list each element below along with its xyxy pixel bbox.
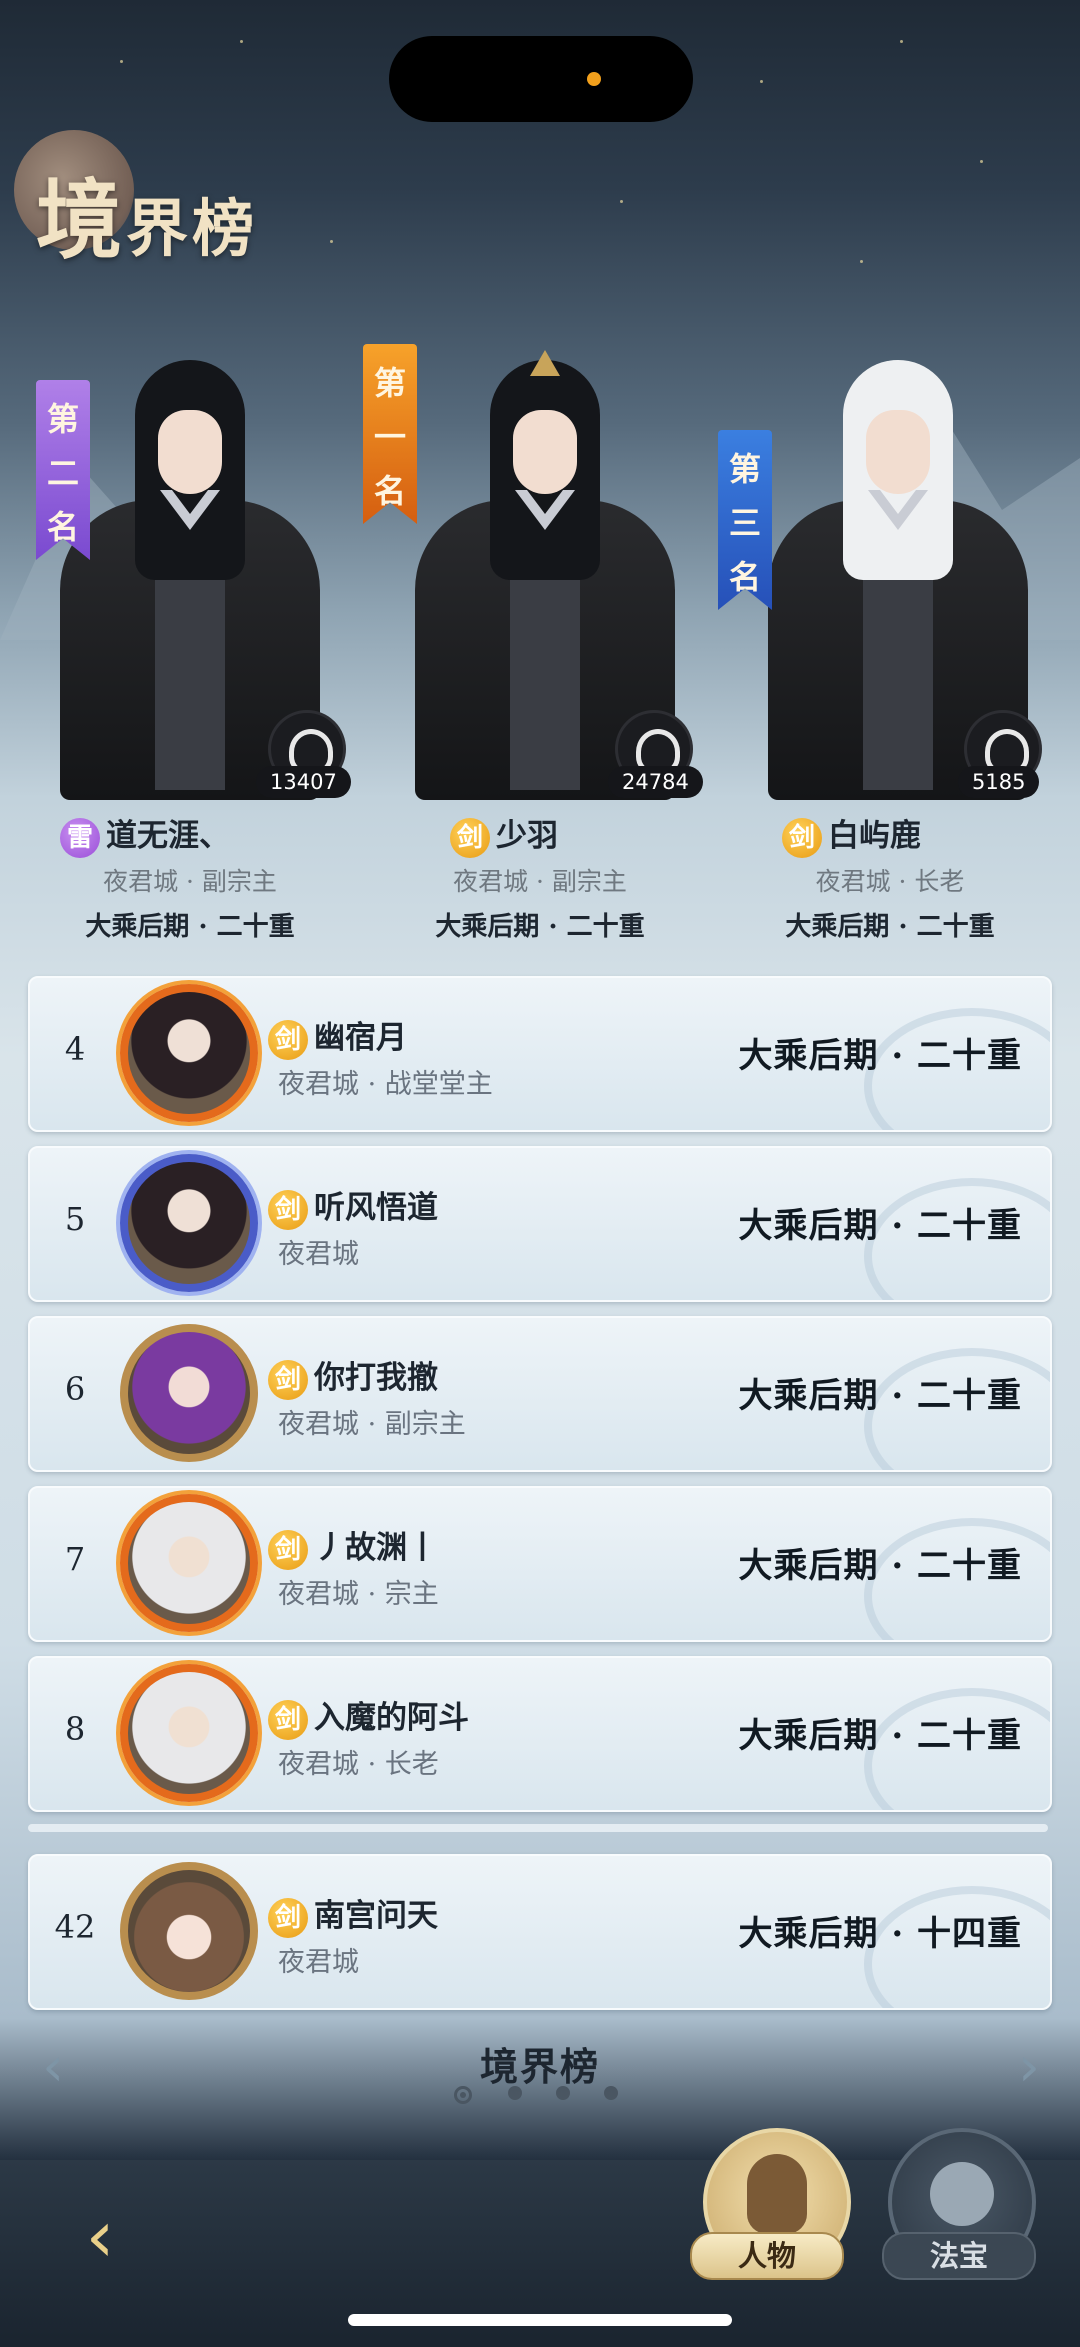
star-decoration xyxy=(760,80,763,83)
player-name-first[interactable]: 剑少羽 xyxy=(450,810,558,858)
player-avatar[interactable] xyxy=(120,1324,258,1462)
player-name-second[interactable]: 雷道无涯、 xyxy=(60,810,230,858)
player-realm: 大乘后期 · 二十重 xyxy=(738,1716,1022,1756)
rank-number: 6 xyxy=(64,1370,86,1408)
sword-element-icon: 剑 xyxy=(268,1359,308,1400)
rank-number: 7 xyxy=(64,1540,86,1578)
player-name: 剑听风悟道 xyxy=(268,1182,438,1230)
player-name: 剑幽宿月 xyxy=(268,1012,407,1060)
podium-first-place[interactable]: 第一名 xyxy=(363,330,695,800)
player-realm: 大乘后期 · 二十重 xyxy=(85,912,295,942)
player-realm: 大乘后期 · 二十重 xyxy=(738,1376,1022,1416)
page-dot[interactable] xyxy=(556,2086,570,2100)
ranking-row[interactable]: 7 剑丿故渊丨 夜君城 · 宗主 大乘后期 · 二十重 xyxy=(28,1486,1052,1642)
rank-banner-second: 第二名 xyxy=(36,380,90,560)
player-sect: 夜君城 · 副宗主 xyxy=(103,867,277,896)
player-sect: 夜君城 · 战堂堂主 xyxy=(278,1069,493,1100)
player-sect: 夜君城 · 长老 xyxy=(278,1749,439,1780)
power-score: 24784 xyxy=(608,766,703,798)
player-sect: 夜君城 · 宗主 xyxy=(278,1579,439,1610)
rank-banner-third: 第三名 xyxy=(718,430,772,610)
board-title: 境界榜 xyxy=(479,2044,600,2089)
player-avatar[interactable] xyxy=(120,1154,258,1292)
player-realm: 大乘后期 · 二十重 xyxy=(738,1546,1022,1586)
treasure-gourd-icon xyxy=(930,2162,994,2226)
page-dot-active[interactable] xyxy=(454,2086,472,2104)
ranking-row[interactable]: 5 剑听风悟道 夜君城 大乘后期 · 二十重 xyxy=(28,1146,1052,1302)
back-icon[interactable]: ‹ xyxy=(50,2186,150,2286)
star-decoration xyxy=(240,40,243,43)
player-sect: 夜君城 xyxy=(278,1239,359,1270)
ranking-row[interactable]: 8 剑入魔的阿斗 夜君城 · 长老 大乘后期 · 二十重 xyxy=(28,1656,1052,1812)
ranking-row[interactable]: 6 剑你打我撤 夜君城 · 副宗主 大乘后期 · 二十重 xyxy=(28,1316,1052,1472)
rank-number: 8 xyxy=(64,1710,86,1748)
self-ranking-row[interactable]: 42 剑南宫问天 夜君城 大乘后期 · 十四重 xyxy=(28,1854,1052,2010)
camera-indicator xyxy=(587,72,601,86)
player-name-third[interactable]: 剑白屿鹿 xyxy=(782,810,921,858)
dynamic-island xyxy=(389,36,693,122)
ranking-row[interactable]: 4 剑幽宿月 夜君城 · 战堂堂主 大乘后期 · 二十重 xyxy=(28,976,1052,1132)
star-decoration xyxy=(980,160,983,163)
player-sect: 夜君城 · 副宗主 xyxy=(278,1409,466,1440)
player-avatar[interactable] xyxy=(120,1494,258,1632)
player-avatar[interactable] xyxy=(120,1664,258,1802)
rank-number: 4 xyxy=(64,1030,86,1068)
player-name: 剑丿故渊丨 xyxy=(268,1522,438,1570)
sword-element-icon: 剑 xyxy=(268,1529,308,1570)
home-indicator[interactable] xyxy=(348,2314,732,2326)
star-decoration xyxy=(620,200,623,203)
sword-element-icon: 剑 xyxy=(268,1699,308,1740)
star-decoration xyxy=(860,260,863,263)
tab-treasure-label[interactable]: 法宝 xyxy=(882,2232,1036,2280)
player-sect: 夜君城 xyxy=(278,1947,359,1978)
player-avatar[interactable] xyxy=(120,984,258,1122)
player-name: 剑南宫问天 xyxy=(268,1890,438,1938)
player-name: 剑你打我撤 xyxy=(268,1352,438,1400)
player-sect: 夜君城 · 长老 xyxy=(815,867,965,896)
page-title: 境界榜 xyxy=(36,170,259,271)
next-page-arrow-icon[interactable]: › xyxy=(1002,2040,1056,2094)
star-decoration xyxy=(330,240,333,243)
star-decoration xyxy=(900,40,903,43)
rank-number: 5 xyxy=(64,1200,86,1238)
character-silhouette-icon xyxy=(747,2154,807,2234)
star-decoration xyxy=(120,60,123,63)
player-realm: 大乘后期 · 二十重 xyxy=(738,1036,1022,1076)
player-avatar[interactable] xyxy=(120,1862,258,2000)
player-realm: 大乘后期 · 十四重 xyxy=(738,1914,1022,1954)
thunder-element-icon: 雷 xyxy=(60,817,100,858)
page-dot[interactable] xyxy=(604,2086,618,2100)
player-sect: 夜君城 · 副宗主 xyxy=(453,867,627,896)
sword-element-icon: 剑 xyxy=(450,817,490,858)
player-realm: 大乘后期 · 二十重 xyxy=(435,912,645,942)
podium-third-place[interactable]: 第三名 xyxy=(718,330,1048,800)
player-name: 剑入魔的阿斗 xyxy=(268,1692,469,1740)
list-divider xyxy=(28,1824,1048,1832)
power-score: 5185 xyxy=(958,766,1040,798)
sword-element-icon: 剑 xyxy=(268,1897,308,1938)
rank-number: 42 xyxy=(54,1908,96,1946)
rank-banner-first: 第一名 xyxy=(363,344,417,524)
page-dot[interactable] xyxy=(508,2086,522,2100)
player-realm: 大乘后期 · 二十重 xyxy=(738,1206,1022,1246)
power-score: 13407 xyxy=(256,766,351,798)
sword-element-icon: 剑 xyxy=(268,1019,308,1060)
sword-element-icon: 剑 xyxy=(268,1189,308,1230)
tab-character-label[interactable]: 人物 xyxy=(690,2232,844,2280)
player-realm: 大乘后期 · 二十重 xyxy=(785,912,995,942)
sword-element-icon: 剑 xyxy=(782,817,822,858)
podium-second-place[interactable]: 第二名 xyxy=(10,330,346,800)
